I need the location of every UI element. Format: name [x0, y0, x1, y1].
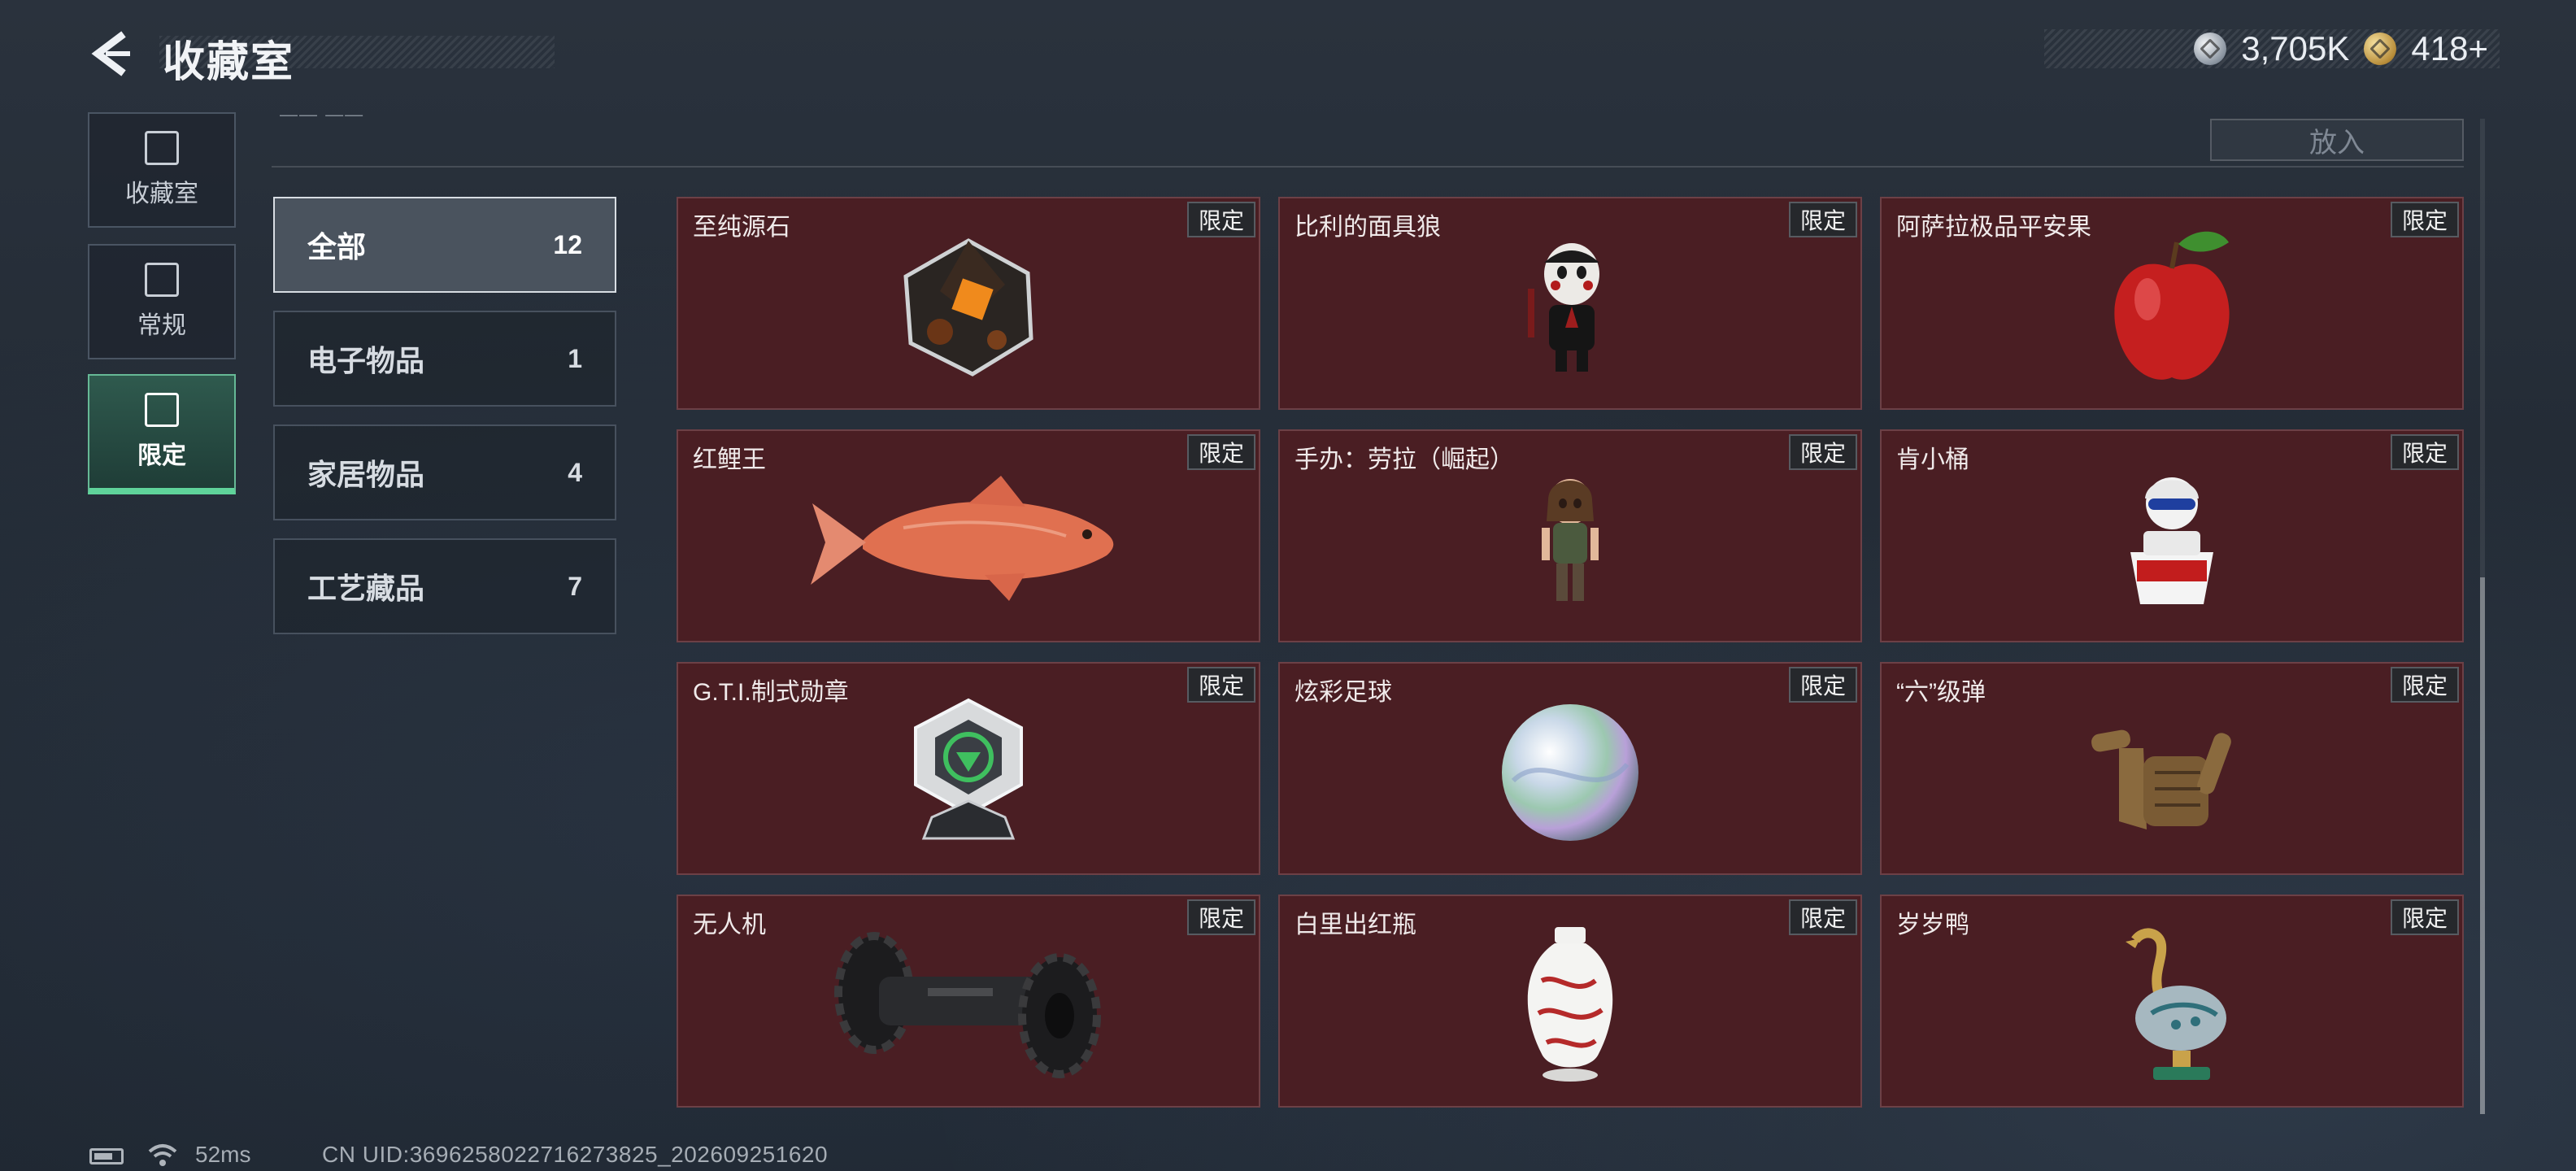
- iridescent-ball-icon: [1502, 704, 1638, 842]
- divider: [272, 166, 2464, 168]
- limited-badge: 限定: [1186, 434, 1255, 470]
- nav-limited-label: 限定: [137, 442, 186, 469]
- category-count: 7: [568, 571, 582, 601]
- collection-icon: [145, 131, 179, 165]
- category-name: 全部: [307, 230, 367, 263]
- nav-regular-label: 常规: [137, 312, 186, 339]
- page-title: 收藏室: [163, 39, 295, 86]
- category-name: 电子物品: [307, 344, 425, 377]
- limited-icon: [145, 393, 179, 427]
- silver-coin-icon: [2194, 33, 2227, 65]
- nav-collection[interactable]: 收藏室: [88, 112, 236, 228]
- item-name: G.T.I.制式勋章: [693, 679, 849, 706]
- item-card[interactable]: “六”级弹 限定: [1880, 662, 2464, 875]
- item-name: 手办：劳拉（崛起）: [1295, 446, 1514, 473]
- uid-text: CN UID:3696258022716273825_202609251620: [322, 1142, 829, 1167]
- item-card[interactable]: 白里出红瓶 限定: [1278, 895, 1862, 1108]
- nav-collection-label: 收藏室: [125, 181, 198, 207]
- billy-puppet-figure-icon: [1528, 243, 1599, 372]
- item-card[interactable]: 比利的面具狼 限定: [1278, 197, 1862, 410]
- item-name: 至纯源石: [693, 214, 790, 241]
- category-electronics[interactable]: 电子物品 1: [273, 311, 616, 407]
- category-count: 1: [568, 343, 582, 373]
- item-card[interactable]: 无人机 限定: [677, 895, 1260, 1108]
- vase-icon: [1527, 927, 1613, 1082]
- currency-bar: 3,705K 418+: [2044, 29, 2500, 68]
- limited-badge: 限定: [2390, 667, 2459, 703]
- item-card[interactable]: G.T.I.制式勋章 限定: [677, 662, 1260, 875]
- limited-badge: 限定: [2390, 434, 2459, 470]
- item-name: 无人机: [693, 912, 766, 938]
- item-card[interactable]: 炫彩足球 限定: [1278, 662, 1862, 875]
- scrollbar-thumb[interactable]: [2480, 577, 2485, 1114]
- wifi-icon: [148, 1144, 177, 1166]
- limited-badge: 限定: [2390, 202, 2459, 237]
- limited-badge: 限定: [1788, 434, 1857, 470]
- item-name: 红鲤王: [693, 446, 766, 473]
- item-name: 白里出红瓶: [1295, 912, 1416, 938]
- lara-figure-icon: [1542, 479, 1599, 602]
- duck-statue-icon: [2126, 928, 2226, 1081]
- category-count: 12: [553, 229, 582, 259]
- limited-badge: 限定: [1788, 899, 1857, 935]
- category-name: 家居物品: [307, 458, 425, 491]
- add-gold-button[interactable]: +: [2468, 29, 2488, 67]
- nav-limited[interactable]: 限定: [88, 374, 236, 494]
- item-name: 岁岁鸭: [1896, 912, 1969, 938]
- put-in-button[interactable]: 放入: [2210, 119, 2464, 161]
- category-count: 4: [568, 457, 582, 487]
- category-crafts[interactable]: 工艺藏品 7: [273, 538, 616, 634]
- item-card[interactable]: 阿萨拉极品平安果 限定: [1880, 197, 2464, 410]
- limited-badge: 限定: [1788, 667, 1857, 703]
- gold-amount: 418+: [2411, 29, 2488, 67]
- hand-sign-statue-icon: [2091, 729, 2231, 830]
- limited-badge: 限定: [2390, 899, 2459, 935]
- item-name: 炫彩足球: [1295, 679, 1392, 706]
- silver-amount: 3,705K: [2241, 29, 2350, 67]
- red-carp-icon: [811, 476, 1114, 602]
- item-name: 阿萨拉极品平安果: [1896, 214, 2091, 241]
- battery-icon: [89, 1148, 124, 1164]
- nav-regular[interactable]: 常规: [88, 244, 236, 359]
- pure-source-stone-icon: [903, 238, 1033, 377]
- gold-coin-icon: [2364, 33, 2397, 65]
- category-all[interactable]: 全部 12: [273, 197, 616, 293]
- top-strip-text: —— ——: [280, 104, 365, 124]
- back-arrow-icon[interactable]: [88, 29, 137, 78]
- item-card[interactable]: 岁岁鸭 限定: [1880, 895, 2464, 1108]
- medal-icon: [914, 698, 1023, 840]
- item-name: 肯小桶: [1896, 446, 1969, 473]
- regular-icon: [145, 263, 179, 297]
- limited-badge: 限定: [1788, 202, 1857, 237]
- category-name: 工艺藏品: [307, 572, 425, 605]
- item-card[interactable]: 手办：劳拉（崛起） 限定: [1278, 429, 1862, 642]
- item-card[interactable]: 红鲤王 限定: [677, 429, 1260, 642]
- limited-badge: 限定: [1186, 899, 1255, 935]
- bucket-figure-icon: [2130, 477, 2213, 605]
- item-name: “六”级弹: [1896, 679, 1986, 706]
- drone-icon: [834, 932, 1101, 1079]
- item-card[interactable]: 肯小桶 限定: [1880, 429, 2464, 642]
- item-card[interactable]: 至纯源石 限定: [677, 197, 1260, 410]
- apple-icon: [2114, 231, 2230, 380]
- ping-text: 52ms: [195, 1142, 251, 1167]
- limited-badge: 限定: [1186, 667, 1255, 703]
- category-household[interactable]: 家居物品 4: [273, 424, 616, 520]
- limited-badge: 限定: [1186, 202, 1255, 237]
- item-name: 比利的面具狼: [1295, 214, 1441, 241]
